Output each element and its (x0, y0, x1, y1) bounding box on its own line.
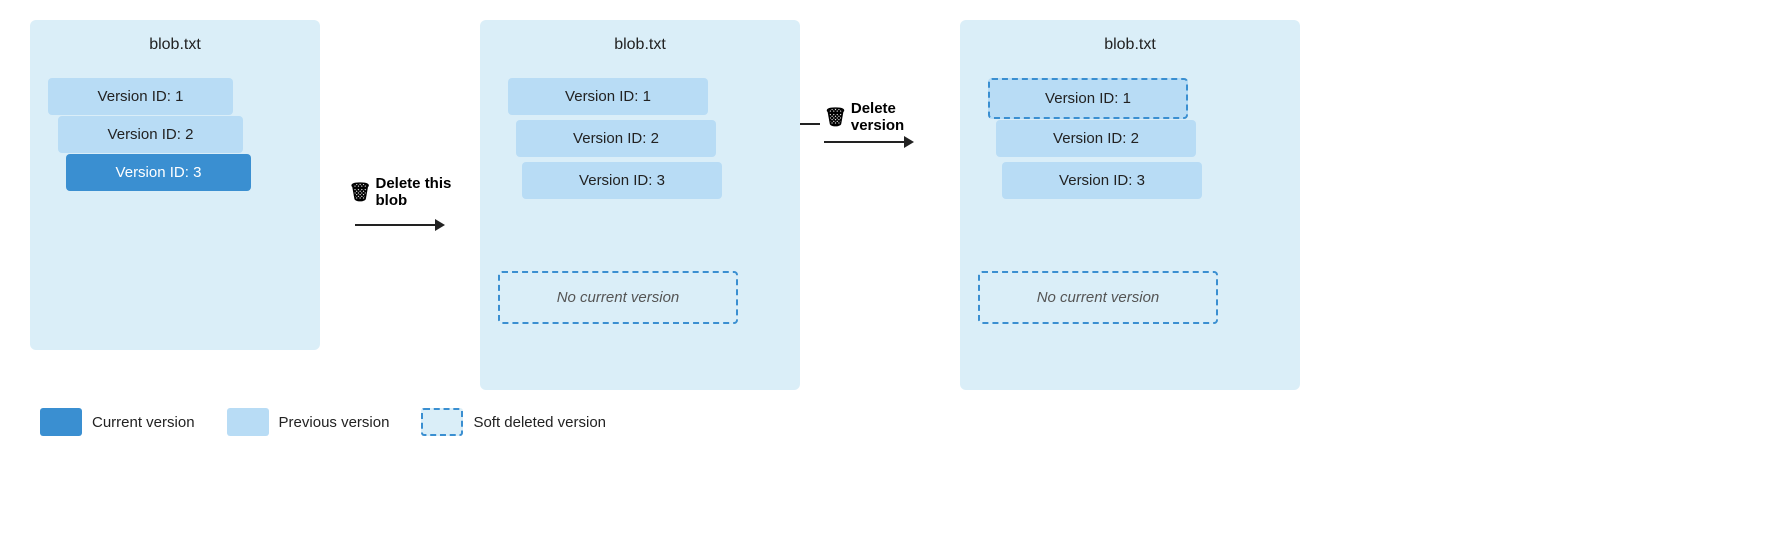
legend-item-current: Current version (40, 408, 195, 436)
panel-2-v2: Version ID: 2 (516, 120, 716, 157)
trash-icon-1: 🗑 (349, 182, 372, 203)
legend-row: Current version Previous version Soft de… (30, 408, 1754, 436)
connector-2-label: Delete version (851, 100, 904, 134)
connector-2-label-row: 🗑 Delete version (824, 100, 904, 134)
panel-1-v3: Version ID: 3 (66, 154, 251, 191)
connector-1: 🗑 Delete this blob (320, 20, 480, 231)
panel-2-v3: Version ID: 3 (522, 162, 722, 199)
legend-box-current (40, 408, 82, 436)
diagrams-row: blob.txt Version ID: 1 Version ID: 2 Ver… (30, 20, 1754, 390)
legend-box-previous (227, 408, 269, 436)
connector-2-line-left (800, 123, 820, 125)
legend-box-soft-deleted (421, 408, 463, 436)
panel-3: blob.txt Version ID: 1 Version ID: 2 Ver… (960, 20, 1300, 390)
connector-1-label-row: 🗑 Delete this blob (349, 175, 452, 209)
connector-2-line (824, 141, 904, 143)
legend-item-soft-deleted: Soft deleted version (421, 408, 606, 436)
trash-icon-2: 🗑 (824, 107, 847, 128)
connector-1-line (355, 224, 435, 226)
panel-2-title: blob.txt (614, 36, 666, 54)
connector-2-label-group: 🗑 Delete version (824, 100, 914, 148)
legend-item-previous: Previous version (227, 408, 390, 436)
panel-1-v1: Version ID: 1 (48, 78, 233, 115)
legend-label-soft-deleted: Soft deleted version (473, 414, 606, 431)
panel-1-v2: Version ID: 2 (58, 116, 243, 153)
panel-2-no-current: No current version (498, 271, 738, 324)
panel-2-v1: Version ID: 1 (508, 78, 708, 115)
connector-2-row: 🗑 Delete version (800, 100, 918, 148)
panel-3-v3: Version ID: 3 (1002, 162, 1202, 199)
panel-3-versions: Version ID: 1 Version ID: 2 Version ID: … (978, 78, 1238, 253)
main-container: blob.txt Version ID: 1 Version ID: 2 Ver… (0, 0, 1784, 557)
connector-1-arrow (355, 219, 445, 231)
panel-3-v2: Version ID: 2 (996, 120, 1196, 157)
panel-3-v1: Version ID: 1 (988, 78, 1188, 119)
legend-label-previous: Previous version (279, 414, 390, 431)
connector-2: 🗑 Delete version (800, 20, 960, 148)
panel-3-no-current: No current version (978, 271, 1218, 324)
legend-label-current: Current version (92, 414, 195, 431)
panel-2-versions: Version ID: 1 Version ID: 2 Version ID: … (498, 78, 738, 253)
panel-1-title: blob.txt (149, 36, 201, 54)
connector-1-label: Delete this blob (376, 175, 452, 209)
connector-2-arrowhead (904, 136, 914, 148)
panel-1: blob.txt Version ID: 1 Version ID: 2 Ver… (30, 20, 320, 350)
panel-1-versions: Version ID: 1 Version ID: 2 Version ID: … (48, 78, 248, 253)
connector-2-arrow (824, 136, 914, 148)
connector-1-arrowhead (435, 219, 445, 231)
panel-2: blob.txt Version ID: 1 Version ID: 2 Ver… (480, 20, 800, 390)
panel-3-title: blob.txt (1104, 36, 1156, 54)
